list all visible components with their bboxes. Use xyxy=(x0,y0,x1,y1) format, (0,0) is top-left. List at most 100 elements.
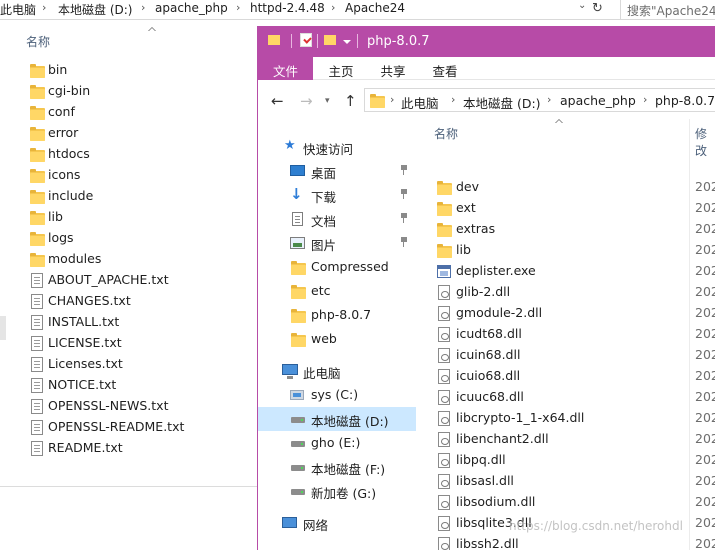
file-row[interactable]: dev 202 xyxy=(416,177,715,198)
column-header-name[interactable]: 名称 xyxy=(434,125,458,142)
file-row[interactable]: extras 202 xyxy=(416,219,715,240)
list-item[interactable]: icons xyxy=(26,165,246,186)
breadcrumb-php[interactable]: php-8.0.7 xyxy=(655,93,715,108)
folder-icon xyxy=(30,85,45,99)
back-breadcrumb-apache24[interactable]: Apache24 xyxy=(345,1,405,15)
tab-home[interactable]: 主页 xyxy=(318,57,364,80)
text-file-icon xyxy=(31,357,43,372)
up-arrow-icon[interactable]: ↑ xyxy=(344,92,357,110)
file-row[interactable]: gmodule-2.dll 202 xyxy=(416,303,715,324)
nav-drive-c[interactable]: sys (C:) xyxy=(258,383,416,407)
folder-icon xyxy=(30,64,45,78)
computer-icon xyxy=(282,364,298,379)
pin-icon[interactable] xyxy=(400,189,408,199)
nav-drive-e[interactable]: gho (E:) xyxy=(258,431,416,455)
file-name: deplister.exe xyxy=(456,263,536,278)
nav-quick-access[interactable]: ★ 快速访问 xyxy=(258,135,416,159)
nav-item-php[interactable]: php-8.0.7 xyxy=(258,303,416,327)
nav-network[interactable]: 网络 xyxy=(258,511,416,535)
file-row[interactable]: icuuc68.dll 202 xyxy=(416,387,715,408)
back-breadcrumb-httpd[interactable]: httpd-2.4.48 xyxy=(250,1,325,15)
list-item[interactable]: LICENSE.txt xyxy=(26,333,246,354)
file-name: dev xyxy=(456,179,480,194)
tab-file[interactable]: 文件 xyxy=(258,57,313,80)
list-item[interactable]: OPENSSL-README.txt xyxy=(26,417,246,438)
text-file-icon xyxy=(31,378,43,393)
list-item[interactable]: README.txt xyxy=(26,438,246,459)
nav-item-downloads[interactable]: ↓ 下载 xyxy=(258,183,416,207)
file-date: 202 xyxy=(695,326,715,341)
file-date: 202 xyxy=(695,368,715,383)
list-item[interactable]: conf xyxy=(26,102,246,123)
list-item[interactable]: include xyxy=(26,186,246,207)
back-search-input[interactable]: 搜索"Apache24 xyxy=(620,0,715,20)
nav-drive-d[interactable]: 本地磁盘 (D:) xyxy=(258,407,416,431)
file-row[interactable]: icuio68.dll 202 xyxy=(416,366,715,387)
file-row[interactable]: libssh2.dll 202 xyxy=(416,534,715,550)
file-row[interactable]: libpq.dll 202 xyxy=(416,450,715,471)
list-item[interactable]: Licenses.txt xyxy=(26,354,246,375)
back-breadcrumb-apache-php[interactable]: apache_php xyxy=(155,1,228,15)
column-header-modified[interactable]: 修改 xyxy=(695,125,715,159)
pin-icon[interactable] xyxy=(400,165,408,175)
file-row[interactable]: icudt68.dll 202 xyxy=(416,324,715,345)
file-row[interactable]: glib-2.dll 202 xyxy=(416,282,715,303)
list-item[interactable]: NOTICE.txt xyxy=(26,375,246,396)
file-row[interactable]: lib 202 xyxy=(416,240,715,261)
new-folder-icon[interactable] xyxy=(324,35,336,45)
nav-item-compressed[interactable]: Compressed xyxy=(258,255,416,279)
back-breadcrumb-drive-d[interactable]: 本地磁盘 (D:) xyxy=(58,1,132,18)
folder-icon xyxy=(30,232,45,246)
nav-item-web[interactable]: web xyxy=(258,327,416,351)
refresh-icon[interactable]: ↻ xyxy=(592,1,606,16)
nav-label: 本地磁盘 (F:) xyxy=(311,462,386,477)
list-item[interactable]: htdocs xyxy=(26,144,246,165)
tab-view[interactable]: 查看 xyxy=(422,57,468,80)
file-row[interactable]: libsasl.dll 202 xyxy=(416,471,715,492)
forward-arrow-icon[interactable]: → xyxy=(300,92,313,110)
pin-icon[interactable] xyxy=(400,237,408,247)
list-item[interactable]: logs xyxy=(26,228,246,249)
nav-item-desktop[interactable]: 桌面 xyxy=(258,159,416,183)
file-row[interactable]: ext 202 xyxy=(416,198,715,219)
title-bar[interactable]: php-8.0.7 xyxy=(258,26,715,57)
chevron-down-icon[interactable] xyxy=(343,40,351,44)
file-row[interactable]: deplister.exe 202 xyxy=(416,261,715,282)
file-row[interactable]: libcrypto-1_1-x64.dll 202 xyxy=(416,408,715,429)
chevron-right-icon: › xyxy=(547,93,552,106)
list-item[interactable]: CHANGES.txt xyxy=(26,291,246,312)
list-item[interactable]: modules xyxy=(26,249,246,270)
address-bar[interactable]: › 此电脑 › 本地磁盘 (D:) › apache_php › php-8.0… xyxy=(364,88,715,112)
nav-drive-g[interactable]: 新加卷 (G:) xyxy=(258,479,416,503)
nav-drive-f[interactable]: 本地磁盘 (F:) xyxy=(258,455,416,479)
file-name: icudt68.dll xyxy=(456,326,522,341)
breadcrumb-this-pc[interactable]: 此电脑 xyxy=(401,93,439,112)
list-item[interactable]: bin xyxy=(26,60,246,81)
nav-item-etc[interactable]: etc xyxy=(258,279,416,303)
pin-icon[interactable] xyxy=(400,213,408,223)
file-row[interactable]: icuin68.dll 202 xyxy=(416,345,715,366)
back-breadcrumb-this-pc[interactable]: 此电脑 xyxy=(0,1,36,18)
back-address-bar[interactable]: 此电脑 › 本地磁盘 (D:) › apache_php › httpd-2.4… xyxy=(0,0,715,20)
folder-icon xyxy=(291,285,306,299)
breadcrumb-apache-php[interactable]: apache_php xyxy=(560,93,636,108)
file-row[interactable]: libenchant2.dll 202 xyxy=(416,429,715,450)
nav-item-documents[interactable]: 文档 xyxy=(258,207,416,231)
file-name: libsasl.dll xyxy=(456,473,514,488)
file-row[interactable]: libsodium.dll 202 xyxy=(416,492,715,513)
nav-item-pictures[interactable]: 图片 xyxy=(258,231,416,255)
list-item[interactable]: error xyxy=(26,123,246,144)
chevron-down-icon[interactable]: ⌄ xyxy=(578,0,586,11)
list-item[interactable]: OPENSSL-NEWS.txt xyxy=(26,396,246,417)
breadcrumb-drive-d[interactable]: 本地磁盘 (D:) xyxy=(463,93,541,112)
list-item[interactable]: lib xyxy=(26,207,246,228)
chevron-down-icon[interactable]: ▾ xyxy=(325,96,330,106)
back-column-header-name[interactable]: 名称 xyxy=(26,33,50,50)
list-item[interactable]: INSTALL.txt xyxy=(26,312,246,333)
properties-icon[interactable] xyxy=(300,33,312,47)
list-item[interactable]: ABOUT_APACHE.txt xyxy=(26,270,246,291)
back-arrow-icon[interactable]: ← xyxy=(271,92,284,110)
list-item[interactable]: cgi-bin xyxy=(26,81,246,102)
nav-this-pc[interactable]: 此电脑 xyxy=(258,359,416,383)
tab-share[interactable]: 共享 xyxy=(370,57,416,80)
